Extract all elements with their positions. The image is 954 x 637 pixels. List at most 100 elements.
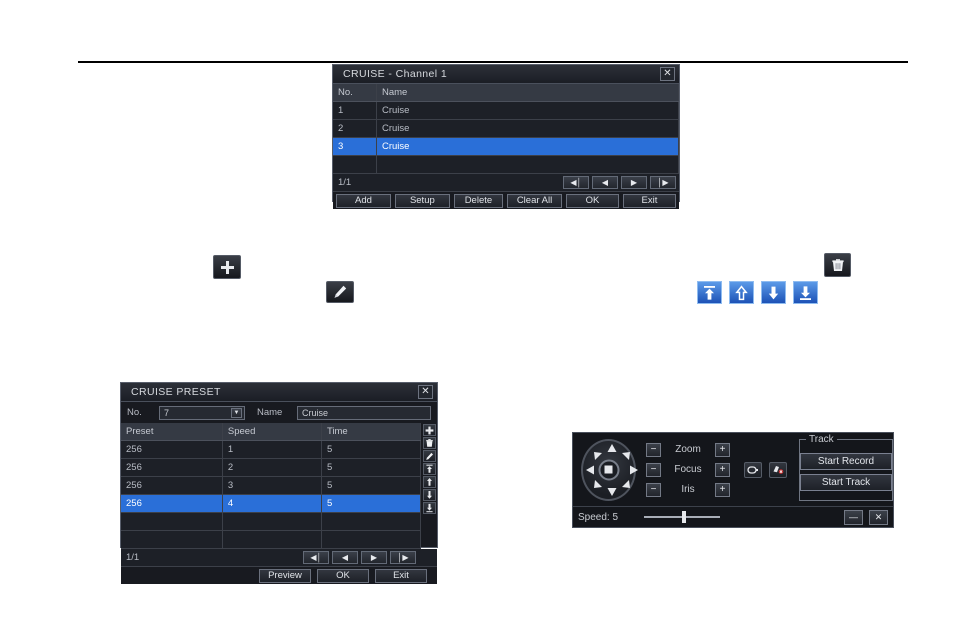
close-icon[interactable]: ✕ xyxy=(418,385,433,399)
no-label: No. xyxy=(127,407,142,418)
next-page-button[interactable]: ▶ xyxy=(621,176,647,189)
name-label: Name xyxy=(257,407,283,418)
focus-plus-button[interactable]: + xyxy=(715,462,730,477)
trash-glyph xyxy=(831,259,844,271)
ptz-zoom-focus-iris: − Zoom + − Focus + − Iris + xyxy=(646,442,730,497)
preset-dialog-titlebar: CRUISE PRESET ✕ xyxy=(121,383,437,402)
table-row[interactable]: 256 2 5 xyxy=(121,458,422,477)
cell-preset xyxy=(121,530,223,549)
delete-button[interactable]: Delete xyxy=(453,193,504,208)
cruise-preset-dialog: CRUISE PRESET ✕ No. 7 ▼ Name Cruise Pres… xyxy=(120,382,438,584)
iris-minus-button[interactable]: − xyxy=(646,482,661,497)
start-record-button[interactable]: Start Record xyxy=(800,452,892,470)
arrow-down-icon[interactable] xyxy=(761,281,786,304)
table-row-selected[interactable]: 3 Cruise xyxy=(333,137,679,156)
zoom-plus-button[interactable]: + xyxy=(715,442,730,457)
pencil-glyph xyxy=(334,285,347,298)
cell-preset: 256 xyxy=(121,458,223,477)
first-page-button[interactable]: ◀│ xyxy=(303,551,329,564)
last-page-icon: │▶ xyxy=(397,552,409,562)
iris-label: Iris xyxy=(681,484,695,495)
arrow-up-icon[interactable] xyxy=(729,281,754,304)
next-page-icon: ▶ xyxy=(630,177,638,187)
arrow-to-top-glyph xyxy=(704,285,715,300)
table-row-empty[interactable] xyxy=(121,512,422,531)
prev-page-icon: ◀ xyxy=(601,177,609,187)
prev-page-button[interactable]: ◀ xyxy=(332,551,358,564)
minimize-icon[interactable]: — xyxy=(844,509,863,525)
last-page-button[interactable]: │▶ xyxy=(390,551,416,564)
prev-page-button[interactable]: ◀ xyxy=(592,176,618,189)
cell-no: 1 xyxy=(333,101,377,120)
preset-body: Preset Speed Time 256 1 5 256 2 5 256 3 … xyxy=(121,423,437,549)
preview-button[interactable]: Preview xyxy=(259,568,311,583)
first-page-button[interactable]: ◀│ xyxy=(563,176,589,189)
cell-speed xyxy=(222,530,322,549)
pagination-controls: ◀│ ◀ ▶ │▶ xyxy=(303,551,416,564)
arrow-to-bottom-icon[interactable] xyxy=(423,502,436,514)
next-page-button[interactable]: ▶ xyxy=(361,551,387,564)
exit-button[interactable]: Exit xyxy=(375,568,427,583)
speed-slider-knob[interactable] xyxy=(682,511,686,523)
close-icon[interactable]: ✕ xyxy=(869,509,888,525)
table-row-empty[interactable] xyxy=(333,155,679,174)
iris-row: − Iris + xyxy=(646,482,730,497)
focus-minus-button[interactable]: − xyxy=(646,462,661,477)
chevron-down-icon[interactable]: ▼ xyxy=(231,407,242,418)
table-row-selected[interactable]: 256 4 5 xyxy=(121,494,422,513)
ok-button[interactable]: OK xyxy=(317,568,369,583)
last-page-button[interactable]: │▶ xyxy=(650,176,676,189)
pencil-glyph xyxy=(426,452,433,460)
clear-all-button[interactable]: Clear All xyxy=(507,193,562,208)
cell-preset xyxy=(121,512,223,531)
column-header-no: No. xyxy=(333,84,377,102)
cell-name xyxy=(376,155,679,174)
page-indicator: 1/1 xyxy=(338,177,352,188)
arrow-to-top-icon[interactable] xyxy=(697,281,722,304)
arrow-to-bottom-glyph xyxy=(800,285,811,300)
arrow-up-icon[interactable] xyxy=(423,476,436,488)
arrow-down-icon[interactable] xyxy=(423,489,436,501)
table-row-empty[interactable] xyxy=(121,530,422,549)
cell-preset: 256 xyxy=(121,440,223,459)
speed-slider[interactable] xyxy=(644,511,720,523)
cell-time xyxy=(321,512,422,531)
cell-name: Cruise xyxy=(376,119,679,138)
pencil-icon[interactable] xyxy=(326,281,354,303)
ptz-aux-buttons xyxy=(744,461,787,478)
column-header-name: Name xyxy=(376,84,679,102)
zoom-minus-button[interactable]: − xyxy=(646,442,661,457)
table-row[interactable]: 256 1 5 xyxy=(121,440,422,459)
prev-page-icon: ◀ xyxy=(341,552,349,562)
last-page-icon: │▶ xyxy=(657,177,669,187)
plus-icon[interactable] xyxy=(423,424,436,436)
ok-button[interactable]: OK xyxy=(565,193,619,208)
light-icon[interactable] xyxy=(744,461,762,478)
cell-name: Cruise xyxy=(376,137,679,156)
ptz-main-area: − Zoom + − Focus + − Iris + Track Start … xyxy=(573,433,893,506)
arrow-to-bottom-icon[interactable] xyxy=(793,281,818,304)
table-row[interactable]: 2 Cruise xyxy=(333,119,679,138)
trash-icon[interactable] xyxy=(423,437,436,449)
table-row[interactable]: 1 Cruise xyxy=(333,101,679,120)
exit-button[interactable]: Exit xyxy=(622,193,676,208)
ptz-joystick[interactable] xyxy=(581,438,638,501)
table-row[interactable]: 256 3 5 xyxy=(121,476,422,495)
no-dropdown[interactable]: 7 ▼ xyxy=(159,405,245,420)
close-icon[interactable]: ✕ xyxy=(660,67,675,81)
start-track-button[interactable]: Start Track xyxy=(800,473,892,491)
arrow-to-top-icon[interactable] xyxy=(423,463,436,475)
joystick-stop-icon[interactable] xyxy=(598,459,619,480)
wiper-icon[interactable] xyxy=(769,461,787,478)
zoom-label: Zoom xyxy=(675,444,701,455)
setup-button[interactable]: Setup xyxy=(394,193,450,208)
name-input[interactable]: Cruise xyxy=(297,405,431,420)
pencil-icon[interactable] xyxy=(423,450,436,462)
ptz-footer: Speed: 5 — ✕ xyxy=(573,506,893,527)
add-button[interactable]: Add xyxy=(336,193,391,208)
iris-plus-button[interactable]: + xyxy=(715,482,730,497)
arrow-down-glyph xyxy=(427,491,432,499)
plus-icon[interactable] xyxy=(213,255,241,279)
cruise-nav-row: 1/1 ◀│ ◀ ▶ │▶ xyxy=(333,174,679,192)
trash-icon[interactable] xyxy=(824,253,851,277)
